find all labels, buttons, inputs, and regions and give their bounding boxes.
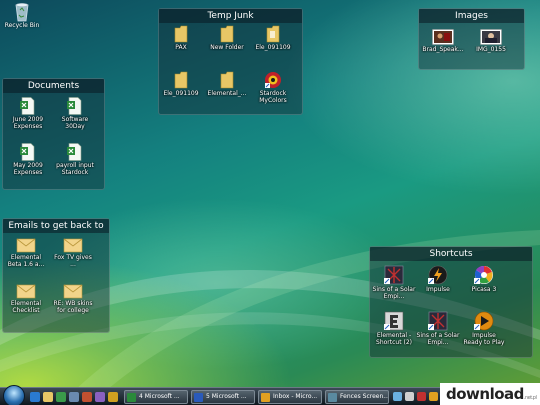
excel-document-icon [20, 143, 35, 161]
folder-icon [174, 25, 188, 43]
tray-volume-icon[interactable] [405, 392, 414, 401]
envelope-icon [16, 284, 36, 299]
quicklaunch-app-icon[interactable] [95, 392, 105, 402]
fence-title[interactable]: Documents [3, 79, 104, 93]
fence-temp-junk[interactable]: Temp Junk PAX New Folder Ele_091109 Ele_… [158, 8, 303, 115]
start-button[interactable] [3, 385, 25, 405]
picasa-icon [474, 265, 493, 284]
document-item[interactable]: June 2009 Expenses [6, 97, 50, 130]
download-watermark-logo: download.net.pl [440, 383, 540, 405]
tray-network-icon[interactable] [393, 392, 402, 401]
quicklaunch-app-icon[interactable] [82, 392, 92, 402]
shortcut-item[interactable]: Sins of a Solar Empi... [416, 311, 460, 346]
recycle-bin-icon [15, 3, 29, 22]
fences-screenshot-icon [328, 393, 337, 402]
recycle-bin-label: Recycle Bin [4, 22, 40, 29]
folder-icon [220, 71, 234, 89]
fence-emails[interactable]: Emails to get back to Elemental Beta 1.6… [2, 218, 110, 333]
taskbar-button-fences[interactable]: Fences Screen... [325, 390, 389, 404]
fence-title[interactable]: Shortcuts [370, 247, 532, 261]
folder-icon [174, 71, 188, 89]
quicklaunch-media-icon[interactable] [56, 392, 66, 402]
fence-images[interactable]: Images Brad_Speak... IMG_0155 [418, 8, 525, 70]
fence-title[interactable]: Emails to get back to [3, 219, 109, 233]
sins-of-solar-empire-icon [384, 265, 404, 285]
taskbar-button-word[interactable]: 5 Microsoft ... [191, 390, 255, 404]
image-item[interactable]: Brad_Speak... [421, 29, 465, 53]
taskbar-button-excel[interactable]: 4 Microsoft ... [124, 390, 188, 404]
excel-icon [127, 393, 136, 402]
excel-document-icon [20, 97, 35, 115]
shortcut-item[interactable]: Impulse [416, 265, 460, 300]
shortcut-item[interactable]: Picasa 3 [462, 265, 506, 300]
shortcut-item[interactable]: Elemental - Shortcut (2) [372, 311, 416, 346]
fence-title[interactable]: Images [419, 9, 524, 23]
folder-item[interactable]: Ele_091109 [251, 25, 295, 51]
folder-item[interactable]: Elemental_... [205, 71, 249, 97]
excel-document-icon [67, 143, 82, 161]
envelope-icon [63, 238, 83, 253]
envelope-icon [16, 238, 36, 253]
folder-item[interactable]: Ele_091109 [159, 71, 203, 97]
image-item[interactable]: IMG_0155 [469, 29, 513, 53]
excel-document-icon [67, 97, 82, 115]
word-icon [194, 393, 203, 402]
mycolors-icon [265, 72, 281, 88]
folder-item[interactable]: New Folder [205, 25, 249, 51]
fence-title[interactable]: Temp Junk [159, 9, 302, 23]
quicklaunch-app-icon[interactable] [108, 392, 118, 402]
fence-shortcuts[interactable]: Shortcuts Sins of a Solar Empi... Impuls… [369, 246, 533, 358]
impulse-ready-to-play-icon [474, 311, 494, 331]
shortcut-item[interactable]: Impulse Ready to Play [462, 311, 506, 346]
folder-item[interactable]: PAX [159, 25, 203, 51]
email-item[interactable]: Elemental Beta 1.6 a... [4, 237, 48, 268]
fence-documents[interactable]: Documents June 2009 Expenses Software 30… [2, 78, 105, 190]
envelope-icon [63, 284, 83, 299]
email-item[interactable]: RE: WB skins for college [51, 283, 95, 314]
impulse-icon [428, 265, 448, 285]
document-item[interactable]: Software 30Day [53, 97, 97, 130]
email-item[interactable]: Fox TV gives ... [51, 237, 95, 268]
document-item[interactable]: May 2009 Expenses [6, 143, 50, 176]
image-thumbnail-icon [480, 29, 502, 45]
sins-of-solar-empire-icon [428, 311, 448, 331]
email-item[interactable]: Elemental Checklist [4, 283, 48, 314]
folder-icon [220, 25, 234, 43]
image-thumbnail-icon [432, 29, 454, 45]
shortcut-item[interactable]: Sins of a Solar Empi... [372, 265, 416, 300]
quicklaunch-folder-icon[interactable] [43, 392, 53, 402]
document-item[interactable]: payroll input Stardock [53, 143, 97, 176]
folder-icon [266, 25, 280, 43]
outlook-icon [261, 393, 270, 402]
quicklaunch-desktop-icon[interactable] [69, 392, 79, 402]
tray-app-icon[interactable] [429, 392, 438, 401]
taskbar-button-outlook[interactable]: Inbox - Micro... [258, 390, 322, 404]
shortcut-item[interactable]: Stardock MyColors [251, 71, 295, 104]
elemental-icon [384, 311, 404, 331]
quicklaunch-ie-icon[interactable] [30, 392, 40, 402]
tray-security-icon[interactable] [417, 392, 426, 401]
recycle-bin[interactable]: Recycle Bin [0, 2, 44, 29]
